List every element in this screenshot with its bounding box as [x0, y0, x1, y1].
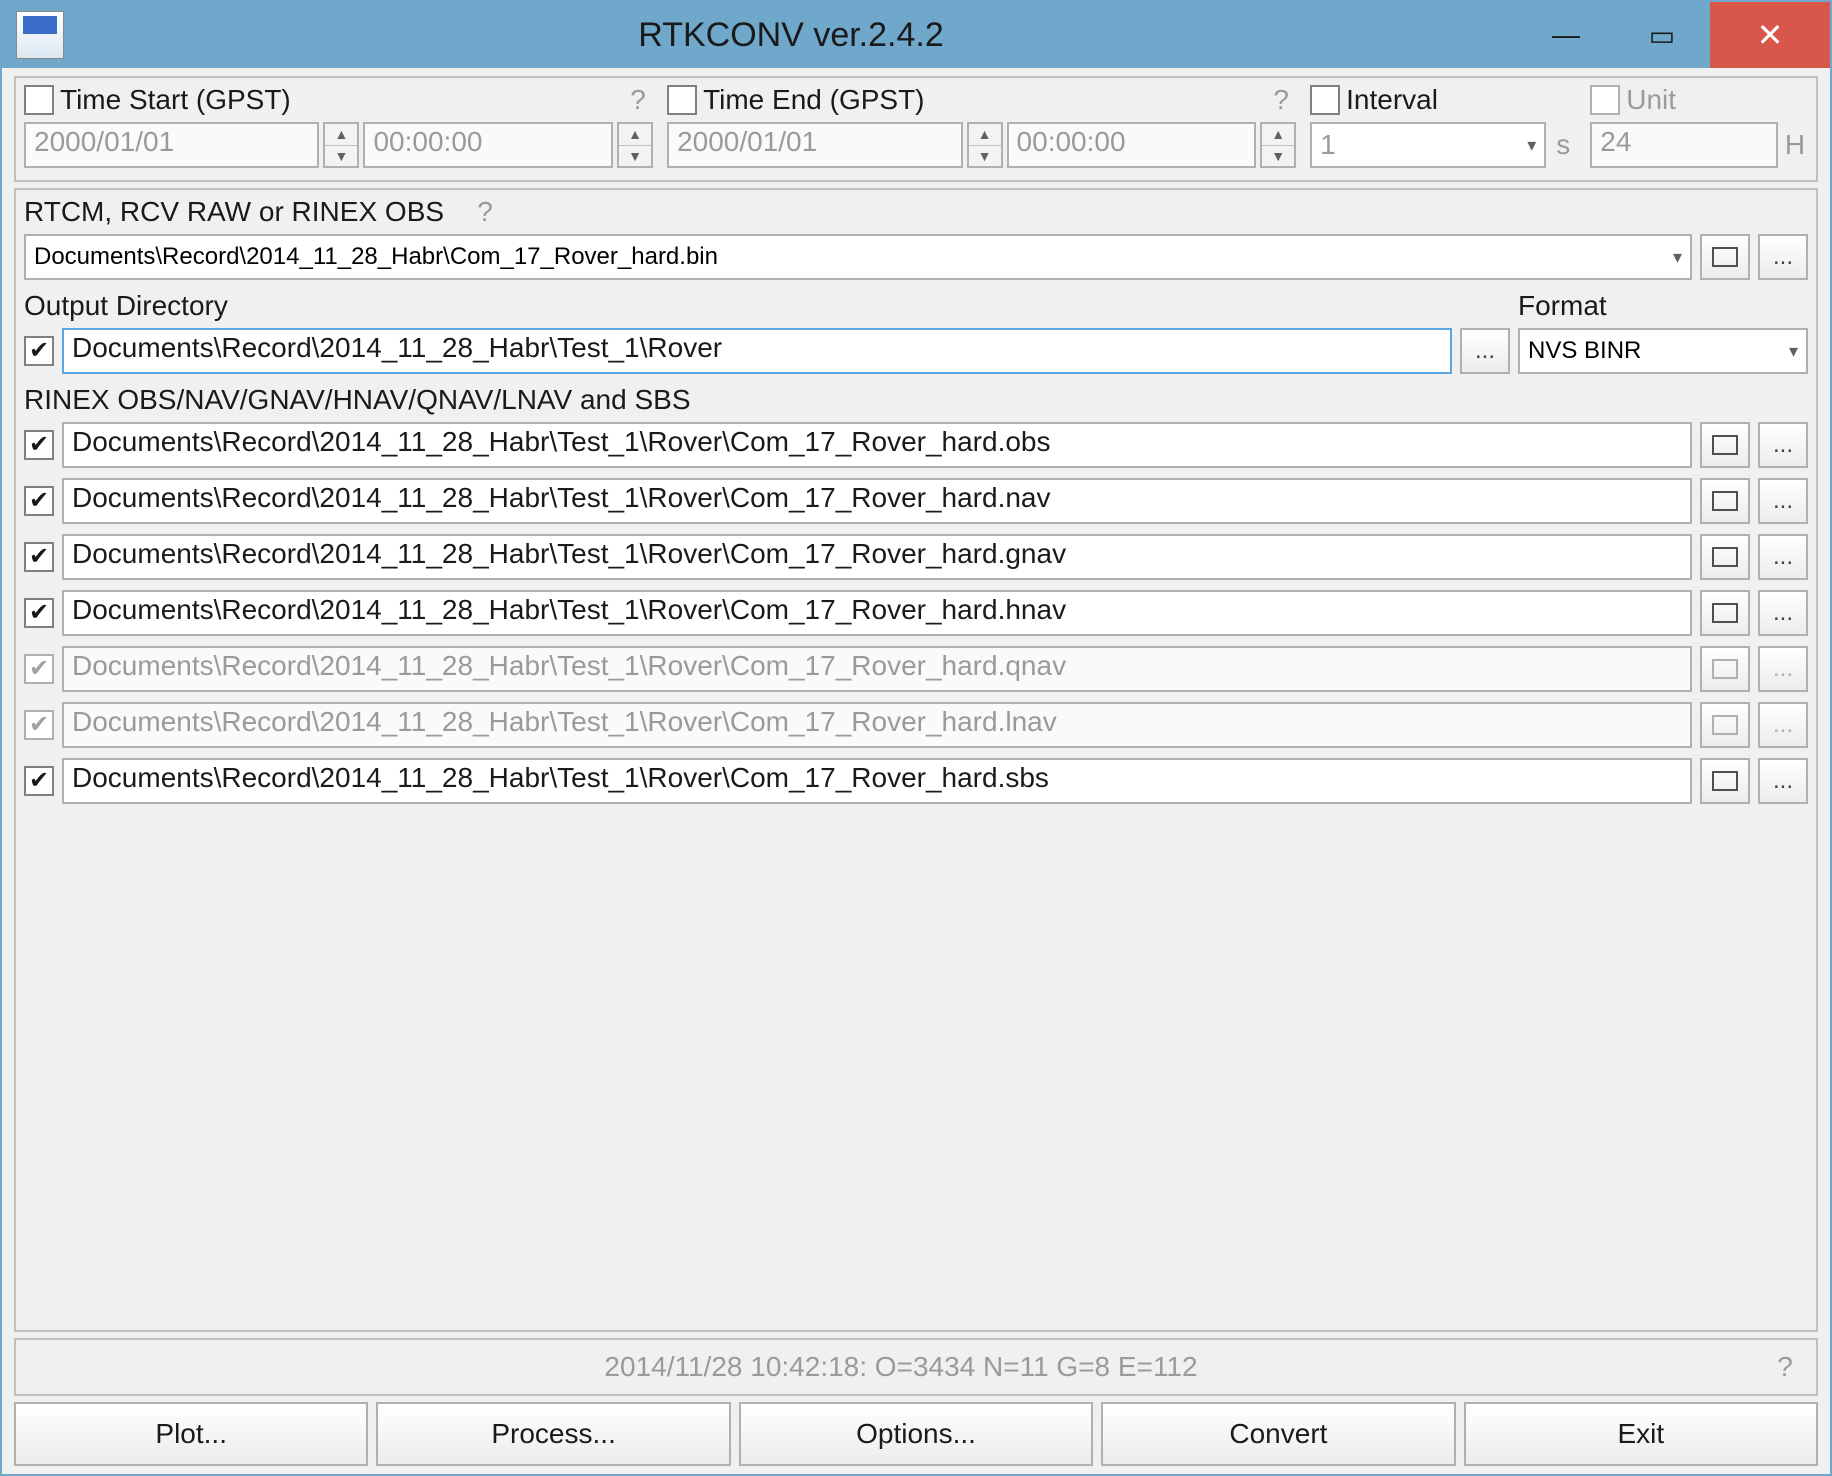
time-panel: Time Start (GPST) ? 2000/01/01 ▲▼ 00:00:…	[14, 76, 1818, 182]
window-frame: RTKCONV ver.2.4.2 — ▭ ✕ Time Start (GPST…	[0, 0, 1832, 1476]
time-start-date[interactable]: 2000/01/01	[24, 122, 319, 168]
app-icon	[16, 11, 64, 59]
outputs-list: Documents\Record\2014_11_28_Habr\Test_1\…	[24, 422, 1808, 804]
status-panel: 2014/11/28 10:42:18: O=3434 N=11 G=8 E=1…	[14, 1338, 1818, 1396]
output-checkbox-5[interactable]	[24, 710, 54, 740]
output-browse-button-3[interactable]: ...	[1758, 590, 1808, 636]
time-start-time-spinner[interactable]: ▲▼	[617, 122, 653, 168]
output-row-4: Documents\Record\2014_11_28_Habr\Test_1\…	[24, 646, 1808, 692]
time-end-date[interactable]: 2000/01/01	[667, 122, 962, 168]
time-end-help[interactable]: ?	[1266, 84, 1296, 116]
time-end-label: Time End (GPST)	[703, 84, 924, 116]
output-row-1: Documents\Record\2014_11_28_Habr\Test_1\…	[24, 478, 1808, 524]
output-row-3: Documents\Record\2014_11_28_Habr\Test_1\…	[24, 590, 1808, 636]
format-label: Format	[1518, 290, 1808, 322]
chevron-down-icon: ▾	[1673, 247, 1682, 268]
interval-label: Interval	[1346, 84, 1438, 116]
input-browse-button[interactable]: ...	[1758, 234, 1808, 280]
unit-suffix: H	[1782, 129, 1808, 161]
time-start-checkbox[interactable]	[24, 85, 54, 115]
button-row: Plot... Process... Options... Convert Ex…	[14, 1402, 1818, 1466]
output-checkbox-3[interactable]	[24, 598, 54, 628]
time-start-label: Time Start (GPST)	[60, 84, 291, 116]
output-browse-button-6[interactable]: ...	[1758, 758, 1808, 804]
output-checkbox-4[interactable]	[24, 654, 54, 684]
output-view-button-3[interactable]	[1700, 590, 1750, 636]
output-checkbox-0[interactable]	[24, 430, 54, 460]
output-path-4[interactable]: Documents\Record\2014_11_28_Habr\Test_1\…	[62, 646, 1692, 692]
output-browse-button-0[interactable]: ...	[1758, 422, 1808, 468]
window-title: RTKCONV ver.2.4.2	[64, 16, 1518, 55]
window-controls: — ▭ ✕	[1518, 2, 1830, 68]
output-path-5[interactable]: Documents\Record\2014_11_28_Habr\Test_1\…	[62, 702, 1692, 748]
time-start-time[interactable]: 00:00:00	[363, 122, 613, 168]
unit-value[interactable]: 24	[1590, 122, 1778, 168]
interval-unit: s	[1550, 129, 1576, 161]
input-view-button[interactable]	[1700, 234, 1750, 280]
output-row-2: Documents\Record\2014_11_28_Habr\Test_1\…	[24, 534, 1808, 580]
convert-button[interactable]: Convert	[1101, 1402, 1455, 1466]
minimize-button[interactable]: —	[1518, 2, 1614, 68]
outdir-checkbox[interactable]	[24, 336, 54, 366]
status-text: 2014/11/28 10:42:18: O=3434 N=11 G=8 E=1…	[32, 1351, 1770, 1383]
process-button[interactable]: Process...	[376, 1402, 730, 1466]
output-checkbox-1[interactable]	[24, 486, 54, 516]
outdir-label: Output Directory	[24, 290, 1498, 322]
output-row-0: Documents\Record\2014_11_28_Habr\Test_1\…	[24, 422, 1808, 468]
output-view-button-0[interactable]	[1700, 422, 1750, 468]
plot-button[interactable]: Plot...	[14, 1402, 368, 1466]
options-button[interactable]: Options...	[739, 1402, 1093, 1466]
chevron-down-icon: ▾	[1789, 341, 1798, 362]
input-path-dropdown[interactable]: Documents\Record\2014_11_28_Habr\Com_17_…	[24, 234, 1692, 280]
unit-label: Unit	[1626, 84, 1676, 116]
output-checkbox-2[interactable]	[24, 542, 54, 572]
outdir-path[interactable]: Documents\Record\2014_11_28_Habr\Test_1\…	[62, 328, 1452, 374]
time-end-date-spinner[interactable]: ▲▼	[967, 122, 1003, 168]
output-path-6[interactable]: Documents\Record\2014_11_28_Habr\Test_1\…	[62, 758, 1692, 804]
output-row-5: Documents\Record\2014_11_28_Habr\Test_1\…	[24, 702, 1808, 748]
input-path-value: Documents\Record\2014_11_28_Habr\Com_17_…	[34, 243, 718, 271]
time-end-checkbox[interactable]	[667, 85, 697, 115]
time-start-date-spinner[interactable]: ▲▼	[323, 122, 359, 168]
close-button[interactable]: ✕	[1710, 2, 1830, 68]
output-browse-button-5[interactable]: ...	[1758, 702, 1808, 748]
input-label: RTCM, RCV RAW or RINEX OBS	[24, 196, 444, 228]
time-start-help[interactable]: ?	[623, 84, 653, 116]
output-view-button-2[interactable]	[1700, 534, 1750, 580]
input-help[interactable]: ?	[470, 196, 500, 228]
client-area: Time Start (GPST) ? 2000/01/01 ▲▼ 00:00:…	[2, 68, 1830, 1474]
output-browse-button-2[interactable]: ...	[1758, 534, 1808, 580]
output-view-button-4[interactable]	[1700, 646, 1750, 692]
main-panel: RTCM, RCV RAW or RINEX OBS ? Documents\R…	[14, 188, 1818, 1332]
outdir-browse-button[interactable]: ...	[1460, 328, 1510, 374]
output-path-0[interactable]: Documents\Record\2014_11_28_Habr\Test_1\…	[62, 422, 1692, 468]
unit-checkbox[interactable]	[1590, 85, 1620, 115]
exit-button[interactable]: Exit	[1464, 1402, 1818, 1466]
output-path-1[interactable]: Documents\Record\2014_11_28_Habr\Test_1\…	[62, 478, 1692, 524]
output-view-button-1[interactable]	[1700, 478, 1750, 524]
output-row-6: Documents\Record\2014_11_28_Habr\Test_1\…	[24, 758, 1808, 804]
status-help[interactable]: ?	[1770, 1351, 1800, 1383]
interval-checkbox[interactable]	[1310, 85, 1340, 115]
chevron-down-icon: ▾	[1527, 135, 1536, 156]
interval-value: 1	[1320, 129, 1336, 161]
time-end-time-spinner[interactable]: ▲▼	[1260, 122, 1296, 168]
output-browse-button-4[interactable]: ...	[1758, 646, 1808, 692]
titlebar: RTKCONV ver.2.4.2 — ▭ ✕	[2, 2, 1830, 68]
format-value: NVS BINR	[1528, 337, 1641, 365]
output-checkbox-6[interactable]	[24, 766, 54, 796]
interval-dropdown[interactable]: 1 ▾	[1310, 122, 1546, 168]
format-dropdown[interactable]: NVS BINR ▾	[1518, 328, 1808, 374]
output-view-button-5[interactable]	[1700, 702, 1750, 748]
time-end-time[interactable]: 00:00:00	[1007, 122, 1257, 168]
output-view-button-6[interactable]	[1700, 758, 1750, 804]
maximize-button[interactable]: ▭	[1614, 2, 1710, 68]
outputs-label: RINEX OBS/NAV/GNAV/HNAV/QNAV/LNAV and SB…	[24, 384, 691, 416]
output-browse-button-1[interactable]: ...	[1758, 478, 1808, 524]
output-path-3[interactable]: Documents\Record\2014_11_28_Habr\Test_1\…	[62, 590, 1692, 636]
output-path-2[interactable]: Documents\Record\2014_11_28_Habr\Test_1\…	[62, 534, 1692, 580]
